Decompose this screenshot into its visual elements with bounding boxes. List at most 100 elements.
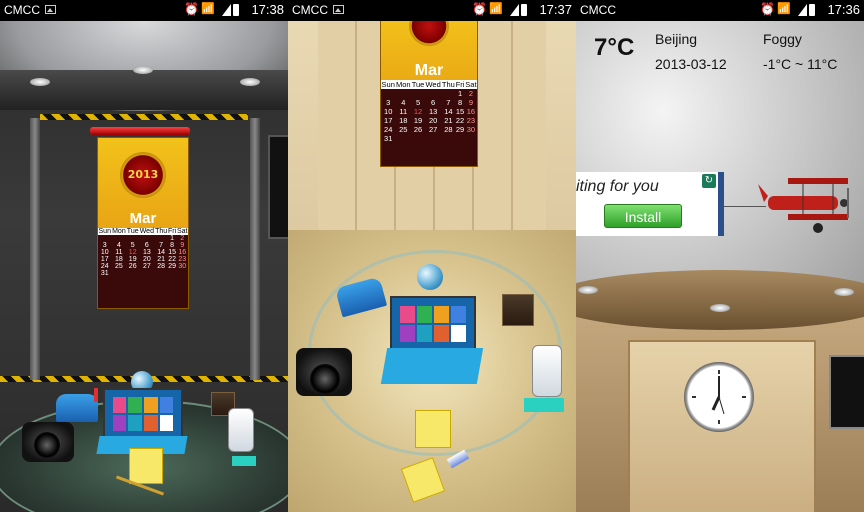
calendar-day[interactable]: 13 — [139, 249, 154, 256]
phone-icon[interactable] — [532, 345, 562, 397]
calendar-day[interactable]: 25 — [112, 263, 127, 270]
calendar-day[interactable]: 1 — [168, 235, 177, 242]
calendar-day[interactable]: 15 — [455, 107, 464, 116]
globe-icon[interactable] — [417, 264, 443, 290]
calendar-day[interactable]: 27 — [139, 263, 154, 270]
calendar-grid: Sun Mon Tue Wed Thu Fri Sat 1 2 3 4 5 6 7 8 9 10 11 12 13 14… — [381, 80, 477, 166]
calendar-day[interactable]: 21 — [155, 256, 168, 263]
calendar-day[interactable]: 5 — [126, 242, 139, 249]
calendar-weekday: Wed — [139, 228, 155, 235]
calendar-day[interactable]: 7 — [155, 242, 168, 249]
notepad-icon[interactable] — [415, 410, 451, 448]
weather-temperature: 7°C — [594, 34, 635, 61]
calendar-day[interactable]: 27 — [425, 125, 442, 134]
calendar-day[interactable]: 22 — [455, 116, 464, 125]
calendar-day[interactable]: 14 — [441, 107, 455, 116]
ceiling-light — [30, 78, 50, 86]
calendar-day[interactable]: 29 — [168, 263, 177, 270]
calendar-day[interactable]: 25 — [395, 125, 411, 134]
calendar-day[interactable]: 18 — [395, 116, 411, 125]
calendar-day[interactable]: 16 — [465, 107, 477, 116]
ad-banner[interactable]: iting for you ↻ Install — [576, 172, 724, 236]
calendar-day[interactable]: 3 — [98, 242, 112, 249]
calendar-widget[interactable]: 2013 Mar Sun Mon Tue Wed Thu Fri Sat 1 2 3 4 5 6 7 8 9 1… — [97, 137, 189, 309]
calendar-day[interactable]: 4 — [112, 242, 127, 249]
calendar-day[interactable]: 11 — [395, 107, 411, 116]
calendar-day[interactable]: 22 — [168, 256, 177, 263]
calendar-day[interactable]: 26 — [411, 125, 425, 134]
install-button[interactable]: Install — [604, 204, 682, 228]
calendar-day[interactable]: 30 — [177, 263, 188, 270]
calendar-widget[interactable]: Mar Sun Mon Tue Wed Thu Fri Sat 1 2 3 4 5 6 7 8 9 10 11 12… — [380, 6, 478, 167]
calendar-day[interactable]: 26 — [126, 263, 139, 270]
calendar-day — [139, 235, 154, 242]
calendar-day[interactable]: 24 — [381, 125, 395, 134]
status-bar: CMCC ⏰ 📶 17:36 — [576, 0, 864, 21]
calendar-day[interactable]: 6 — [425, 98, 442, 107]
calendar-weekday: Sat — [176, 228, 188, 235]
calendar-day[interactable]: 21 — [441, 116, 455, 125]
calendar-day — [395, 89, 411, 98]
calendar-day[interactable]: 23 — [465, 116, 477, 125]
calendar-day[interactable]: 5 — [411, 98, 425, 107]
calendar-day[interactable]: 15 — [168, 249, 177, 256]
calendar-day[interactable]: 12 — [126, 249, 139, 256]
phone-stand — [524, 398, 564, 412]
calendar-day[interactable]: 14 — [155, 249, 168, 256]
calendar-day[interactable]: 20 — [139, 256, 154, 263]
calendar-day[interactable]: 8 — [168, 242, 177, 249]
calendar-day[interactable]: 9 — [177, 242, 188, 249]
calendar-day[interactable]: 29 — [455, 125, 464, 134]
calendar-day[interactable]: 10 — [98, 249, 112, 256]
calendar-day[interactable]: 2 — [465, 89, 477, 98]
ceiling-light — [133, 66, 153, 74]
calendar-day — [425, 89, 442, 98]
calendar-day[interactable]: 1 — [455, 89, 464, 98]
status-bar: CMCC ⏰ 📶 17:38 — [0, 0, 288, 21]
calendar-day[interactable]: 13 — [425, 107, 442, 116]
phone-icon[interactable] — [228, 408, 254, 452]
calendar-day[interactable]: 18 — [112, 256, 127, 263]
calendar-day[interactable]: 19 — [411, 116, 425, 125]
calendar-day[interactable]: 9 — [465, 98, 477, 107]
camera-icon[interactable] — [22, 422, 74, 462]
calendar-day[interactable]: 11 — [112, 249, 127, 256]
calendar-day[interactable]: 8 — [455, 98, 464, 107]
calendar-day[interactable]: 31 — [381, 134, 395, 143]
calendar-day[interactable]: 28 — [441, 125, 455, 134]
carrier-label: CMCC — [580, 3, 616, 17]
calendar-day[interactable]: 17 — [381, 116, 395, 125]
calendar-day[interactable]: 31 — [98, 270, 112, 277]
calendar-day[interactable]: 7 — [441, 98, 455, 107]
calendar-day[interactable]: 28 — [155, 263, 168, 270]
calendar-day[interactable]: 3 — [381, 98, 395, 107]
calendar-day[interactable]: 17 — [98, 256, 112, 263]
calendar-weekday: Sun — [381, 80, 396, 89]
wifi-icon: 📶 — [201, 2, 215, 15]
mailbox-icon[interactable] — [56, 394, 98, 422]
cube-icon[interactable] — [502, 294, 534, 326]
calendar-weekday: Thu — [441, 80, 456, 89]
calendar-day[interactable]: 6 — [139, 242, 154, 249]
notepad-icon[interactable] — [129, 448, 163, 484]
camera-icon[interactable] — [296, 348, 352, 396]
signal-icon — [222, 4, 231, 16]
calendar-day[interactable]: 12 — [411, 107, 425, 116]
calendar-day[interactable]: 16 — [177, 249, 188, 256]
calendar-day[interactable]: 20 — [425, 116, 442, 125]
picture-icon — [45, 5, 56, 14]
calendar-day[interactable]: 10 — [381, 107, 395, 116]
refresh-icon[interactable]: ↻ — [702, 174, 716, 188]
calendar-weekday: Tue — [126, 228, 140, 235]
calendar-day[interactable]: 23 — [177, 256, 188, 263]
calendar-day[interactable]: 2 — [177, 235, 188, 242]
laptop-icon[interactable] — [390, 296, 476, 352]
calendar-day[interactable]: 24 — [98, 263, 112, 270]
calendar-weekday: Tue — [411, 80, 425, 89]
calendar-day[interactable]: 19 — [126, 256, 139, 263]
calendar-day[interactable]: 4 — [395, 98, 411, 107]
laptop-icon[interactable] — [103, 388, 183, 440]
clock-widget[interactable] — [684, 362, 754, 432]
calendar-year-badge: 2013 — [120, 152, 166, 198]
calendar-day[interactable]: 30 — [465, 125, 477, 134]
